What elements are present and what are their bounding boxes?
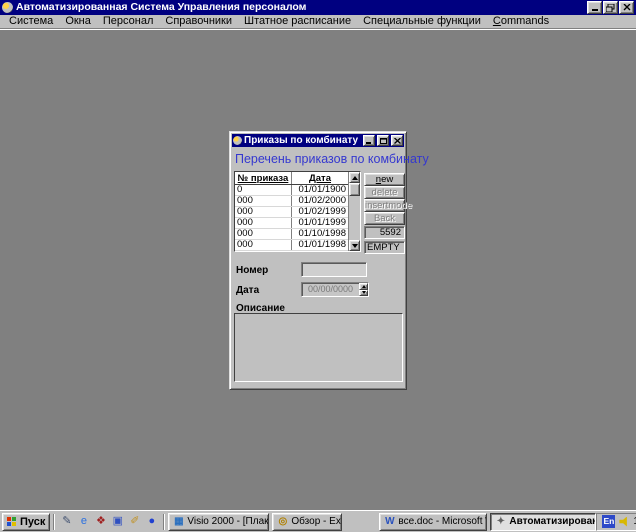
record-count-field: 5592 — [364, 226, 405, 239]
task-app-icon: ▦ — [173, 516, 184, 527]
quick-launch-icon[interactable]: ✐ — [128, 515, 141, 528]
window-title: Автоматизированная Система Управления пе… — [16, 0, 584, 15]
dialog-icon[interactable] — [233, 136, 242, 145]
taskbar-separator2 — [163, 514, 165, 530]
date-value: 00/00/0000 — [302, 283, 359, 296]
system-tray: En 16:01 — [596, 513, 636, 531]
quick-launch-icon[interactable]: ▣ — [111, 515, 124, 528]
grid-col-date[interactable]: Дата — [292, 172, 348, 184]
menu-item[interactable]: Commands — [487, 15, 555, 28]
nav-button[interactable]: delete — [364, 186, 405, 199]
task-label: Обзор - Exe — [291, 516, 342, 527]
number-input[interactable] — [301, 262, 367, 277]
menubar: СистемаОкнаПерсоналСправочникиШтатное ра… — [0, 15, 636, 29]
quick-launch-icon[interactable]: ● — [145, 515, 158, 528]
task-button[interactable]: W все.doc - Microsoft Word — [379, 513, 487, 531]
language-indicator[interactable]: En — [602, 515, 615, 528]
quick-launch: ✎ e ❖ ▣ ✐ ● — [58, 515, 160, 528]
grid-scrollbar[interactable] — [348, 172, 360, 251]
task-app-icon: ✦ — [495, 516, 506, 527]
number-label: Номер — [236, 265, 268, 276]
quick-launch-icon[interactable]: ✎ — [60, 515, 73, 528]
nav-buttons: newdeleteinsertmodeBack — [364, 173, 405, 225]
quick-launch-icon[interactable]: e — [77, 515, 90, 528]
main-titlebar: Автоматизированная Система Управления пе… — [0, 0, 636, 15]
cell-date: 01/02/2000 — [292, 196, 348, 206]
restore-button[interactable] — [603, 1, 618, 14]
scroll-track[interactable] — [349, 196, 360, 240]
menu-item[interactable]: Специальные функции — [357, 15, 487, 28]
windows-logo-icon — [7, 517, 17, 527]
cell-number: 000 — [235, 218, 292, 228]
dialog-heading: Перечень приказов по комбинату — [235, 152, 429, 166]
dialog-close-button[interactable] — [391, 135, 403, 146]
cell-number: 000 — [235, 229, 292, 239]
grid-col-number[interactable]: № приказа — [235, 172, 292, 184]
dialog-title: Приказы по комбинату — [244, 135, 361, 146]
date-input[interactable]: 00/00/0000 — [301, 282, 369, 297]
taskbar-separator — [53, 514, 55, 530]
volume-icon[interactable] — [619, 517, 629, 527]
start-label: Пуск — [20, 516, 45, 528]
taskbar: Пуск ✎ e ❖ ▣ ✐ ● ▦ Visio 2000 - [Плакат2.vsd.… — [0, 510, 636, 532]
task-buttons: ▦ Visio 2000 - [Плакат2.vsd... ◎ Обзор -… — [168, 513, 596, 531]
cell-date: 01/01/1999 — [292, 218, 348, 228]
close-button[interactable] — [619, 1, 634, 14]
task-label: Visio 2000 - [Плакат2.vsd... — [187, 516, 269, 527]
date-spinner[interactable] — [359, 283, 368, 296]
task-label: Автоматизированна... — [509, 516, 596, 527]
task-app-icon: ◎ — [277, 516, 288, 527]
task-button[interactable]: ▦ Visio 2000 - [Плакат2.vsd... — [168, 513, 269, 531]
cell-number: 0 — [235, 185, 292, 195]
nav-button[interactable]: Back — [364, 212, 405, 225]
dialog-minimize-button[interactable] — [363, 135, 375, 146]
description-memo[interactable] — [234, 313, 403, 382]
spin-down-icon[interactable] — [359, 290, 368, 297]
cell-date: 01/10/1998 — [292, 229, 348, 239]
menu-item[interactable]: Окна — [59, 15, 97, 28]
menu-item[interactable]: Справочники — [159, 15, 238, 28]
app-icon[interactable] — [2, 2, 13, 13]
status-field: EMPTY — [364, 241, 405, 254]
menu-item[interactable]: Штатное расписание — [238, 15, 357, 28]
dialog-titlebar[interactable]: Приказы по комбинату — [232, 134, 404, 147]
task-button[interactable]: ◎ Обзор - Exe — [272, 513, 342, 531]
table-row[interactable]: 000 01/01/1998 — [235, 240, 348, 251]
minimize-button[interactable] — [587, 1, 602, 14]
orders-grid: № приказа Дата 0 01/01/1900 000 01/02/20… — [234, 171, 361, 252]
scroll-down-icon[interactable] — [349, 240, 360, 251]
grid-rows: 0 01/01/1900 000 01/02/2000 000 01/02/19… — [235, 185, 348, 251]
cell-date: 01/01/1900 — [292, 185, 348, 195]
nav-button[interactable]: new — [364, 173, 405, 186]
task-app-icon: W — [384, 516, 395, 527]
dialog-maximize-button[interactable] — [377, 135, 389, 146]
menu-item[interactable]: Система — [3, 15, 59, 28]
cell-date: 01/01/1998 — [292, 240, 348, 250]
menu-item[interactable]: Персонал — [97, 15, 160, 28]
cell-number: 000 — [235, 196, 292, 206]
scroll-up-icon[interactable] — [349, 172, 360, 183]
cell-number: 000 — [235, 240, 292, 250]
task-button[interactable]: ✦ Автоматизированна... — [490, 513, 596, 531]
task-label: все.doc - Microsoft Word — [398, 516, 487, 527]
orders-dialog: Приказы по комбинату Перечень приказов п… — [229, 131, 407, 390]
cell-number: 000 — [235, 207, 292, 217]
start-button[interactable]: Пуск — [2, 513, 50, 531]
date-label: Дата — [236, 285, 259, 296]
quick-launch-icon[interactable]: ❖ — [94, 515, 107, 528]
cell-date: 01/02/1999 — [292, 207, 348, 217]
scroll-thumb[interactable] — [349, 183, 360, 196]
nav-button[interactable]: insertmode — [364, 199, 405, 212]
